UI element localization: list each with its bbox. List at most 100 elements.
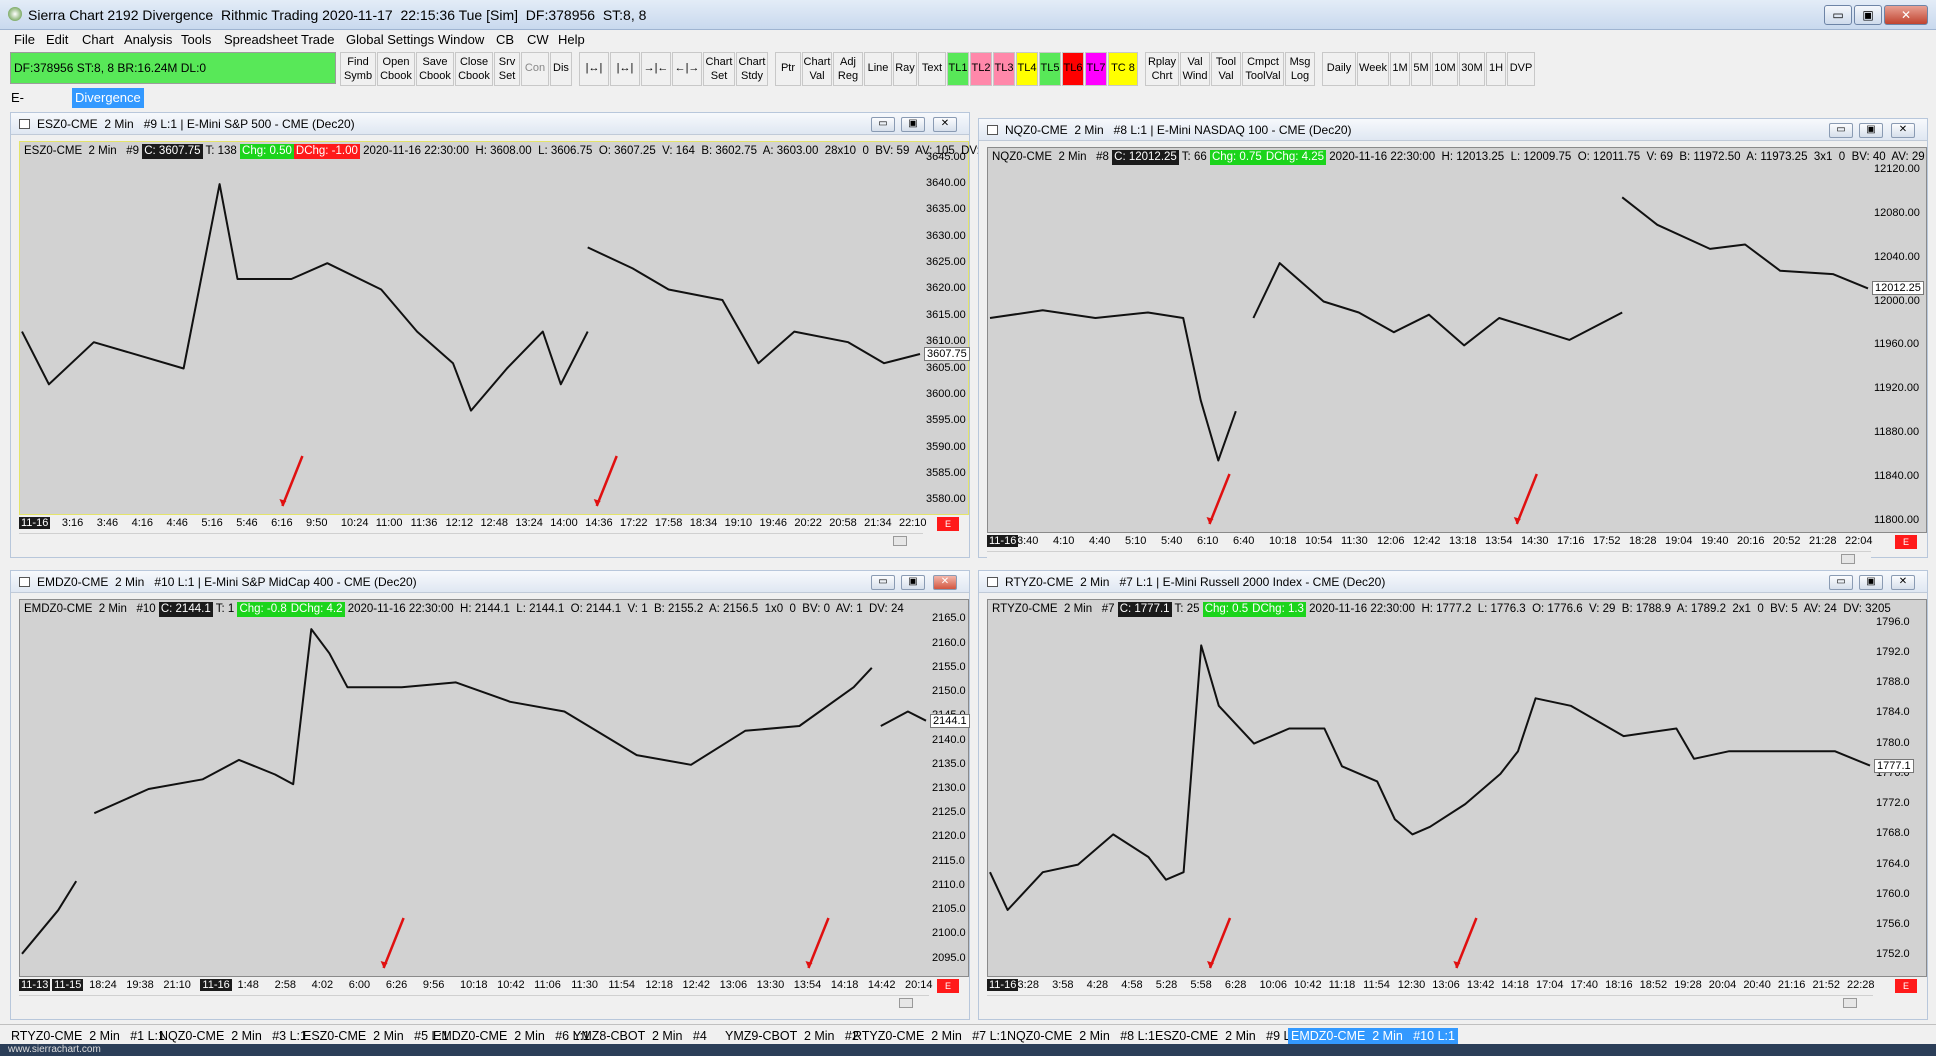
toolbar-button-chart-set-11[interactable]: Chart Set	[703, 52, 735, 86]
toolbar-button-chart-val-14[interactable]: Chart Val	[802, 52, 832, 86]
pane-minimize-button[interactable]: ▭	[1829, 123, 1853, 138]
chart-tab-4[interactable]: YMZ8-CBOT 2 Min #4	[570, 1028, 710, 1045]
menu-chart[interactable]: Chart	[82, 32, 114, 47]
toolbar-button-con-5[interactable]: Con	[521, 52, 549, 86]
toolbar-button--10[interactable]: ←|→	[672, 52, 702, 86]
toolbar-button--8[interactable]: |↔|	[610, 52, 640, 86]
chart-tab-9[interactable]: EMDZ0-CME 2 Min #10 L:1	[1288, 1028, 1458, 1045]
horizontal-scrollbar[interactable]	[987, 551, 1871, 565]
toolbar-button-tl7-25[interactable]: TL7	[1085, 52, 1107, 86]
toolbar-button-chart-stdy-12[interactable]: Chart Stdy	[736, 52, 768, 86]
horizontal-scrollbar[interactable]	[19, 533, 923, 547]
chart-tab-3[interactable]: EMDZ0-CME 2 Min #6 L:1	[430, 1028, 593, 1045]
toolbar-button-10m-36[interactable]: 10M	[1432, 52, 1458, 86]
menu-cw[interactable]: CW	[527, 32, 549, 47]
toolbar-button-tl4-22[interactable]: TL4	[1016, 52, 1038, 86]
toolbar-button-daily-32[interactable]: Daily	[1322, 52, 1356, 86]
toolbar-button-tool-val-29[interactable]: Tool Val	[1211, 52, 1241, 86]
pane-close-button[interactable]: ✕	[1891, 575, 1915, 590]
chart-pane-0[interactable]: ESZ0-CME 2 Min #9 L:1 | E-Mini S&P 500 -…	[10, 112, 996, 558]
toolbar-button-1h-38[interactable]: 1H	[1486, 52, 1506, 86]
chart-tab-0[interactable]: RTYZ0-CME 2 Min #1 L:1	[8, 1028, 168, 1045]
maximize-button[interactable]: ▣	[1854, 5, 1882, 25]
price-chart-area[interactable]: RTYZ0-CME 2 Min #7 C: 1777.1 T: 25 Chg: …	[987, 599, 1927, 977]
toolbar-button-tl2-20[interactable]: TL2	[970, 52, 992, 86]
minimize-button[interactable]: ▭	[1824, 5, 1852, 25]
toolbar-button-tl3-21[interactable]: TL3	[993, 52, 1015, 86]
pane-header[interactable]: ESZ0-CME 2 Min #9 L:1 | E-Mini S&P 500 -…	[11, 113, 969, 135]
price-axis[interactable]: 12120.00 12080.00 12040.00 12000.00 11960.00…	[1872, 148, 1928, 534]
time-axis[interactable]: 11-16 3:40 4:10 4:40 5:10 5:40 6:10 6:40 10:18 10…	[987, 534, 1873, 550]
toolbar-button-cmpct-toolval-30[interactable]: Cmpct ToolVal	[1242, 52, 1284, 86]
menu-spreadsheet[interactable]: Spreadsheet	[224, 32, 298, 47]
pane-close-button[interactable]: ✕	[933, 575, 957, 590]
scroll-thumb[interactable]	[1843, 998, 1857, 1008]
tab-emini-nq[interactable]: E-mini NQ	[8, 88, 38, 145]
menu-help[interactable]: Help	[558, 32, 585, 47]
toolbar-button-adj-reg-15[interactable]: Adj Reg	[833, 52, 863, 86]
price-axis[interactable]: 2165.02160.02155.02150.02145.02140.02135…	[930, 600, 970, 978]
chart-tab-1[interactable]: NQZ0-CME 2 Min #3 L:1	[156, 1028, 310, 1045]
chart-tab-8[interactable]: ESZ0-CME 2 Min #9 L:1	[1152, 1028, 1304, 1045]
close-button[interactable]: ✕	[1884, 5, 1928, 25]
pane-header[interactable]: EMDZ0-CME 2 Min #10 L:1 | E-Mini S&P Mid…	[11, 571, 969, 593]
menu-file[interactable]: File	[14, 32, 35, 47]
toolbar-button-tl5-23[interactable]: TL5	[1039, 52, 1061, 86]
chart-tab-5[interactable]: YMZ9-CBOT 2 Min #2	[722, 1028, 862, 1045]
toolbar-button-close-cbook-3[interactable]: Close Cbook	[455, 52, 493, 86]
tab-divergence[interactable]: Divergence	[72, 88, 144, 108]
price-axis[interactable]: 3645.00 3640.00 3635.00 3630.00 3625.00 3620.…	[924, 142, 970, 516]
pane-header[interactable]: RTYZ0-CME 2 Min #7 L:1 | E-Mini Russell …	[979, 571, 1927, 593]
pane-close-button[interactable]: ✕	[933, 117, 957, 132]
scroll-thumb[interactable]	[1841, 554, 1855, 564]
menu-tools[interactable]: Tools	[181, 32, 211, 47]
chart-pane-3[interactable]: RTYZ0-CME 2 Min #7 L:1 | E-Mini Russell …	[978, 570, 1928, 1020]
toolbar-button-line-16[interactable]: Line	[864, 52, 892, 86]
toolbar-button-save-cbook-2[interactable]: Save Cbook	[416, 52, 454, 86]
price-chart-area[interactable]: NQZ0-CME 2 Min #8 C: 12012.25 T: 66 Chg:…	[987, 147, 1927, 533]
toolbar-button-ray-17[interactable]: Ray	[893, 52, 917, 86]
chart-tab-6[interactable]: RTYZ0-CME 2 Min #7 L:1	[850, 1028, 1010, 1045]
scroll-thumb[interactable]	[893, 536, 907, 546]
pane-header[interactable]: NQZ0-CME 2 Min #8 L:1 | E-Mini NASDAQ 10…	[979, 119, 1927, 141]
menu-edit[interactable]: Edit	[46, 32, 68, 47]
chart-pane-1[interactable]: NQZ0-CME 2 Min #8 L:1 | E-Mini NASDAQ 10…	[978, 118, 1928, 565]
price-chart-area[interactable]: EMDZ0-CME 2 Min #10 C: 2144.1 T: 1 Chg: …	[19, 599, 970, 978]
toolbar-button-30m-37[interactable]: 30M	[1459, 52, 1485, 86]
pane-minimize-button[interactable]: ▭	[871, 575, 895, 590]
pane-maximize-button[interactable]: ▣	[1859, 575, 1883, 590]
menu-cb[interactable]: CB	[496, 32, 514, 47]
toolbar-button-find-symb-0[interactable]: Find Symb	[340, 52, 376, 86]
menu-window[interactable]: Window	[438, 32, 484, 47]
toolbar-button-tl1-19[interactable]: TL1	[947, 52, 969, 86]
toolbar-button-dvp-39[interactable]: DVP	[1507, 52, 1535, 86]
pane-maximize-button[interactable]: ▣	[1859, 123, 1883, 138]
toolbar-button-msg-log-31[interactable]: Msg Log	[1285, 52, 1315, 86]
toolbar-button--9[interactable]: →|←	[641, 52, 671, 86]
time-axis[interactable]: 11-16 3:16 3:46 4:16 4:46 5:16 5:46 6:16 9:50 10:…	[19, 516, 927, 532]
toolbar-button-5m-35[interactable]: 5M	[1411, 52, 1431, 86]
toolbar-button-ptr-13[interactable]: Ptr	[775, 52, 801, 86]
price-chart-area[interactable]: ESZ0-CME 2 Min #9 C: 3607.75 T: 138 Chg:…	[19, 141, 996, 516]
horizontal-scrollbar[interactable]	[987, 995, 1873, 1009]
toolbar-button-text-18[interactable]: Text	[918, 52, 946, 86]
toolbar-button-week-33[interactable]: Week	[1357, 52, 1389, 86]
toolbar-button-open-cbook-1[interactable]: Open Cbook	[377, 52, 415, 86]
chart-tab-7[interactable]: NQZ0-CME 2 Min #8 L:1	[1004, 1028, 1158, 1045]
pane-maximize-button[interactable]: ▣	[901, 117, 925, 132]
menu-global-settings[interactable]: Global Settings	[346, 32, 434, 47]
scroll-thumb[interactable]	[899, 998, 913, 1008]
price-axis[interactable]: 1796.0 1792.0 1788.0 1784.0 1780.0 1776.0 1772…	[1874, 600, 1928, 978]
toolbar-button-val-wind-28[interactable]: Val Wind	[1180, 52, 1210, 86]
time-axis[interactable]: 11-13 11-15 18:24 19:38 21:10 11-16 1:48 2:58 4:…	[19, 978, 933, 994]
toolbar-button-tl6-24[interactable]: TL6	[1062, 52, 1084, 86]
chart-pane-2[interactable]: EMDZ0-CME 2 Min #10 L:1 | E-Mini S&P Mid…	[10, 570, 970, 1020]
menu-analysis[interactable]: Analysis	[124, 32, 172, 47]
pane-minimize-button[interactable]: ▭	[1829, 575, 1853, 590]
toolbar-button-dis-6[interactable]: Dis	[550, 52, 572, 86]
time-axis[interactable]: 11-16 3:28 3:58 4:28 4:58 5:28 5:58 6:28 10:06 10…	[987, 978, 1875, 994]
toolbar-button-1m-34[interactable]: 1M	[1390, 52, 1410, 86]
menu-trade[interactable]: Trade	[301, 32, 334, 47]
pane-maximize-button[interactable]: ▣	[901, 575, 925, 590]
toolbar-button-rplay-chrt-27[interactable]: Rplay Chrt	[1145, 52, 1179, 86]
